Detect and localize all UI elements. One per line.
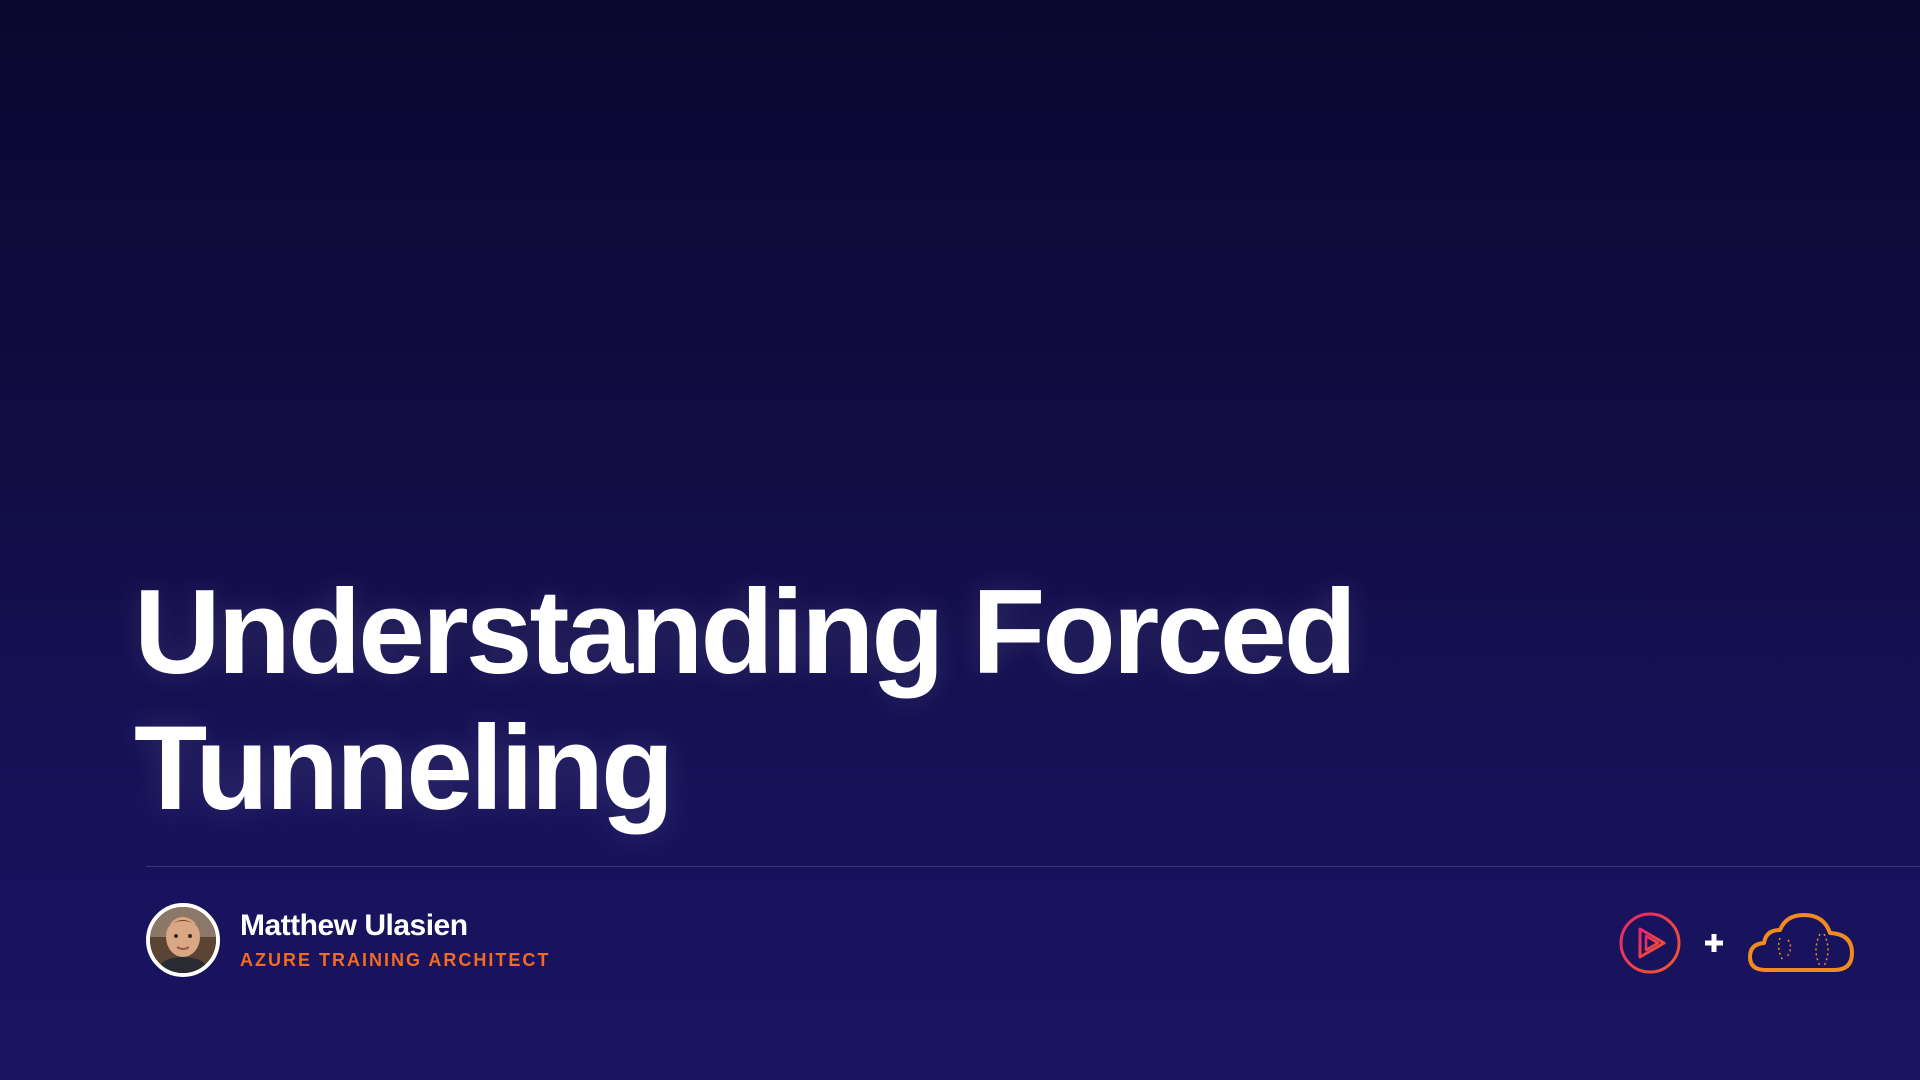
slide-title-line-1: Understanding Forced <box>134 565 1357 699</box>
slide-title: Understanding Forced Tunneling <box>134 564 1357 836</box>
presenter-name: Matthew Ulasien <box>240 909 468 942</box>
presenter-role: AZURE TRAINING ARCHITECT <box>240 950 551 970</box>
brand-logos <box>1618 910 1856 976</box>
pluralsight-play-icon <box>1619 912 1681 974</box>
plus-icon <box>1705 934 1723 952</box>
slide-title-line-2: Tunneling <box>134 701 674 835</box>
presenter-avatar <box>146 903 220 977</box>
presenter-block: Matthew Ulasien AZURE TRAINING ARCHITECT <box>146 903 550 977</box>
footer-divider <box>146 866 1920 867</box>
cloud-guru-cloud-icon <box>1748 913 1854 972</box>
